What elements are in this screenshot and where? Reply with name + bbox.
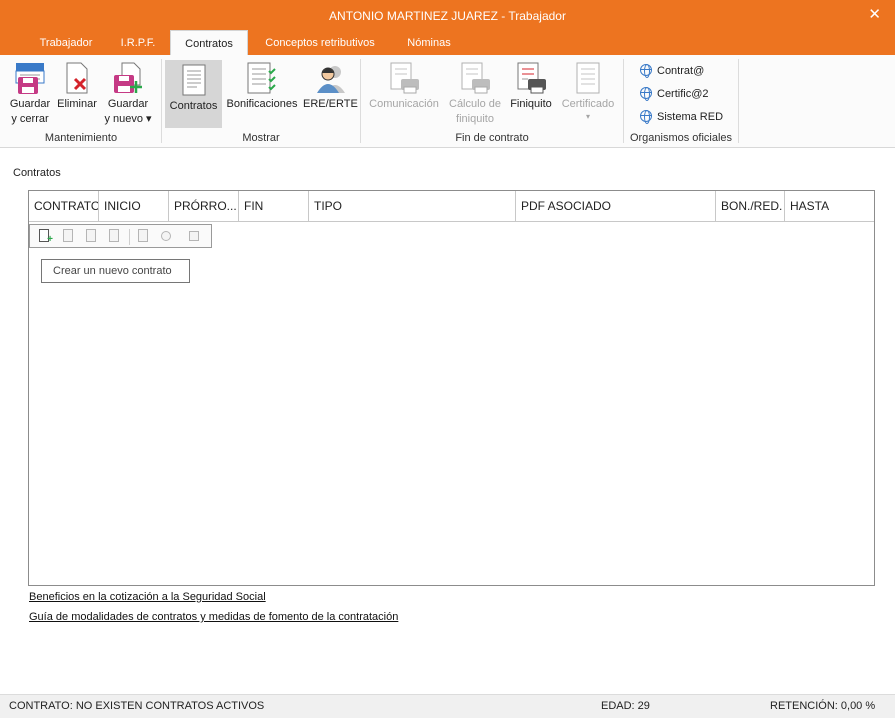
window-title: ANTONIO MARTINEZ JUAREZ - Trabajador: [329, 9, 566, 23]
globe-icon: [640, 110, 652, 124]
save-close-label-1: Guardar: [9, 98, 51, 110]
delete-label: Eliminar: [57, 98, 97, 110]
finiquito-button[interactable]: Finiquito: [505, 59, 557, 112]
ribbon-separator: [623, 59, 624, 143]
tab-contratos[interactable]: Contratos: [170, 30, 248, 56]
sistema-red-button[interactable]: Sistema RED: [640, 108, 723, 126]
save-new-button[interactable]: Guardar y nuevo ▾: [101, 59, 155, 127]
status-contrato: CONTRATO: NO EXISTEN CONTRATOS ACTIVOS: [9, 700, 265, 712]
toolbar-separator: [129, 229, 130, 245]
settlement-icon: [517, 62, 546, 94]
ribbon-separator: [738, 59, 739, 143]
section-title: Contratos: [13, 167, 61, 179]
certifica2-label: Certific@2: [657, 88, 709, 100]
col-bon-red[interactable]: BON./RED.: [716, 191, 785, 222]
new-contract-tooltip: Crear un nuevo contrato: [41, 259, 190, 283]
group-mostrar-label: Mostrar: [242, 132, 280, 144]
link-guia-modalidades[interactable]: Guía de modalidades de contratos y medid…: [29, 611, 398, 623]
certificado-label: Certificado: [561, 98, 615, 110]
globe-icon: [640, 87, 652, 101]
col-fin[interactable]: FIN: [239, 191, 309, 222]
certificado-button[interactable]: Certificado ▾: [558, 59, 618, 122]
ere-erte-label: ERE/ERTE: [303, 98, 358, 110]
col-inicio[interactable]: INICIO: [99, 191, 169, 222]
save-new-icon: [114, 62, 142, 93]
delete-row-icon[interactable]: [106, 228, 122, 245]
col-tipo[interactable]: TIPO: [309, 191, 516, 222]
tab-trabajador[interactable]: Trabajador: [28, 32, 104, 55]
save-close-icon: [15, 63, 45, 94]
save-new-label-1: Guardar: [107, 98, 149, 110]
contrata-label: Contrat@: [657, 65, 705, 77]
calc-settlement-icon: [461, 62, 490, 94]
delete-icon: [66, 62, 88, 94]
calculo-finiquito-label-2: finiquito: [456, 113, 494, 125]
chevron-down-icon: ▾: [585, 112, 590, 121]
status-retencion: RETENCIÓN: 0,00 %: [770, 700, 876, 712]
export-icon[interactable]: [135, 228, 151, 245]
col-hasta[interactable]: HASTA: [785, 191, 874, 222]
bonus-icon: [247, 62, 276, 94]
copy-icon[interactable]: [60, 228, 76, 245]
ere-erte-button[interactable]: ERE/ERTE: [303, 59, 358, 112]
save-close-button[interactable]: Guardar y cerrar: [6, 59, 54, 127]
ribbon-separator: [161, 59, 162, 143]
col-contrato[interactable]: CONTRATO: [29, 191, 99, 222]
close-icon[interactable]: ✕: [868, 5, 881, 23]
comunicacion-label: Comunicación: [369, 98, 439, 110]
group-organismos-label: Organismos oficiales: [629, 132, 733, 144]
col-prorroga[interactable]: PRÓRRO...: [169, 191, 239, 222]
grid-header: CONTRATO INICIO PRÓRRO... FIN TIPO PDF A…: [29, 191, 874, 222]
calculo-finiquito-label-1: Cálculo de: [449, 98, 501, 110]
ere-erte-icon: [317, 66, 345, 93]
communication-icon: [390, 62, 419, 94]
contratos-label: Contratos: [169, 100, 218, 112]
comunicacion-button[interactable]: Comunicación: [366, 59, 442, 112]
tab-nominas[interactable]: Nóminas: [396, 32, 462, 55]
sistema-red-label: Sistema RED: [657, 111, 724, 123]
globe-icon: [640, 64, 652, 78]
title-bar: ANTONIO MARTINEZ JUAREZ - Trabajador ✕: [0, 0, 895, 32]
save-close-label-2: y cerrar: [11, 113, 49, 125]
certificate-icon: [576, 62, 600, 94]
email-icon[interactable]: [186, 228, 202, 245]
group-mantenimiento-label: Mantenimiento: [44, 132, 118, 144]
bonificaciones-label: Bonificaciones: [226, 98, 298, 110]
finiquito-label: Finiquito: [510, 98, 552, 110]
tab-bar: Trabajador I.R.P.F. Contratos Conceptos …: [0, 30, 895, 56]
bonificaciones-button[interactable]: Bonificaciones: [224, 59, 300, 112]
grid-toolbar: +: [29, 224, 212, 248]
group-fin-contrato-label: Fin de contrato: [455, 132, 529, 144]
contracts-icon: [182, 64, 205, 96]
view-icon[interactable]: [158, 228, 180, 245]
link-beneficios[interactable]: Beneficios en la cotización a la Segurid…: [29, 591, 266, 603]
new-contract-icon[interactable]: +: [36, 228, 53, 245]
col-pdf-asociado[interactable]: PDF ASOCIADO: [516, 191, 716, 222]
tab-irpf[interactable]: I.R.P.F.: [110, 32, 166, 55]
save-new-label-2: y nuevo ▾: [104, 113, 152, 125]
tab-conceptos-retributivos[interactable]: Conceptos retributivos: [252, 32, 388, 55]
ribbon-separator: [360, 59, 361, 143]
contrata-button[interactable]: Contrat@: [640, 62, 704, 80]
ribbon: Guardar y cerrar Eliminar Guardar y nuev…: [0, 55, 895, 148]
status-bar: CONTRATO: NO EXISTEN CONTRATOS ACTIVOS E…: [0, 694, 895, 718]
contracts-grid: CONTRATO INICIO PRÓRRO... FIN TIPO PDF A…: [28, 190, 875, 586]
edit-icon[interactable]: [83, 228, 99, 245]
calculo-finiquito-button[interactable]: Cálculo de finiquito: [445, 59, 505, 127]
contratos-button[interactable]: Contratos: [165, 60, 222, 128]
status-edad: EDAD: 29: [601, 700, 650, 712]
certifica2-button[interactable]: Certific@2: [640, 85, 709, 103]
delete-button[interactable]: Eliminar: [55, 59, 99, 112]
